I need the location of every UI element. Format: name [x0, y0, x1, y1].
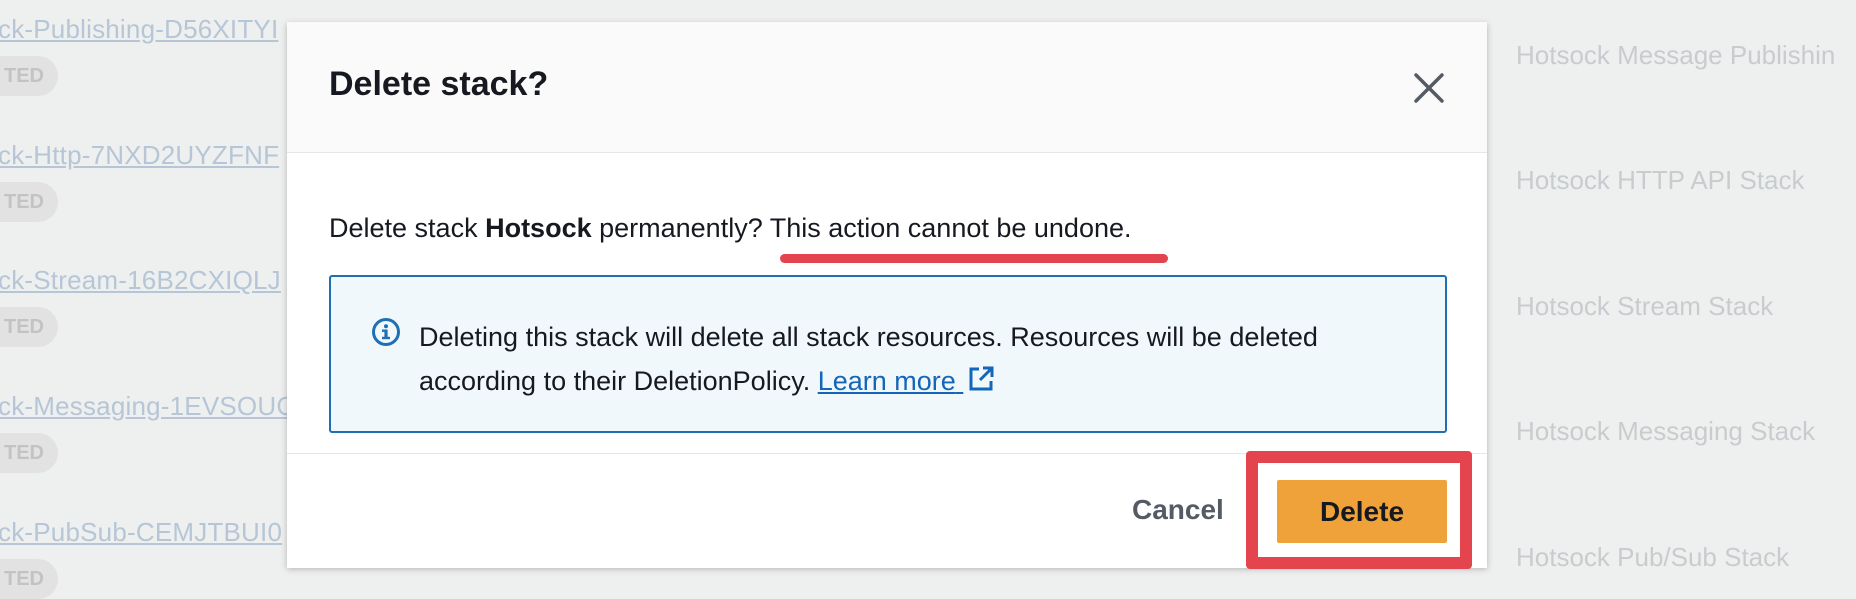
background-stack-list: ck-Publishing-D56XITYI TED ck-Http-7NXD2… — [0, 0, 300, 599]
learn-more-link[interactable]: Learn more — [818, 366, 996, 396]
stack-link[interactable]: ck-Stream-16B2CXIQLJ — [0, 265, 281, 296]
stack-description: Hotsock Stream Stack — [1516, 291, 1774, 321]
close-icon — [1414, 73, 1444, 103]
stack-link[interactable]: ck-Http-7NXD2UYZFNF — [0, 140, 279, 171]
message-suffix: . — [1124, 213, 1132, 243]
cancel-button[interactable]: Cancel — [1132, 494, 1224, 526]
stack-link[interactable]: ck-Publishing-D56XITYI — [0, 14, 278, 45]
dialog-header: Delete stack? — [287, 22, 1487, 153]
warning-text: This action cannot be undone — [769, 213, 1124, 243]
stack-description: Hotsock Messaging Stack — [1516, 416, 1816, 446]
stack-link[interactable]: ck-PubSub-CEMJTBUI0 — [0, 517, 282, 548]
confirmation-message: Delete stack Hotsock permanently? This a… — [329, 213, 1132, 244]
dialog-body: Delete stack Hotsock permanently? This a… — [287, 153, 1487, 473]
status-badge: TED — [0, 182, 58, 222]
info-text: Deleting this stack will delete all stac… — [419, 315, 1399, 403]
stack-description: Hotsock HTTP API Stack — [1516, 165, 1805, 195]
stack-link[interactable]: ck-Messaging-1EVSOUC — [0, 391, 295, 422]
info-alert: Deleting this stack will delete all stac… — [329, 275, 1447, 433]
status-badge: TED — [0, 56, 58, 96]
status-badge: TED — [0, 433, 58, 473]
status-badge: TED — [0, 307, 58, 347]
delete-button[interactable]: Delete — [1277, 480, 1447, 543]
learn-more-label: Learn more — [817, 366, 956, 396]
message-middle: permanently? — [591, 213, 770, 243]
status-badge: TED — [0, 559, 58, 599]
stack-name: Hotsock — [485, 213, 592, 243]
annotation-underline — [780, 254, 1168, 263]
external-link-icon — [969, 366, 994, 391]
message-prefix: Delete stack — [329, 213, 486, 243]
dialog-title: Delete stack? — [329, 65, 549, 103]
stack-description: Hotsock Pub/Sub Stack — [1516, 542, 1790, 572]
close-button[interactable] — [1407, 66, 1451, 110]
info-icon — [372, 318, 400, 346]
stack-description: Hotsock Message Publishin — [1516, 40, 1836, 70]
